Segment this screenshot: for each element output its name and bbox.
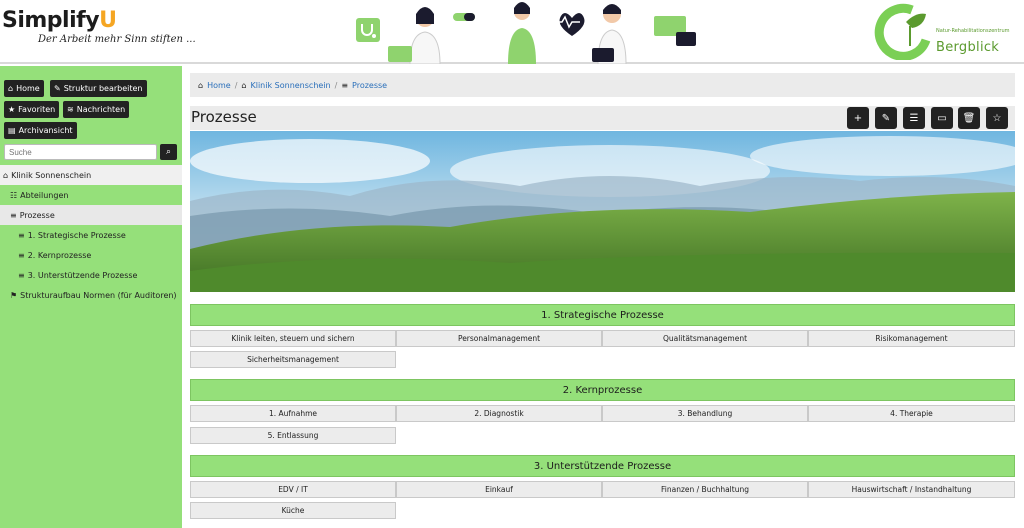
header-illustration (356, 2, 696, 64)
tree-item-label: Prozesse (19, 210, 55, 220)
logo-tagline: Der Arbeit mehr Sinn stiften ... (38, 34, 196, 45)
process-tile[interactable]: 2. Diagnostik (396, 405, 602, 422)
tree-item-strategische[interactable]: ≡ 1. Strategische Prozesse (0, 225, 182, 245)
delete-button[interactable]: 🗑 (958, 107, 980, 129)
messages-button[interactable]: ≋ Nachrichten (63, 101, 130, 118)
checklist-button[interactable]: ☰ (903, 107, 925, 129)
brand-name: Bergblick (936, 40, 1000, 55)
simplifyu-logo[interactable]: SimplifyU Der Arbeit mehr Sinn stiften .… (2, 8, 196, 45)
tree-item-label: Abteilungen (20, 190, 69, 200)
process-tile[interactable]: Klinik leiten, steuern und sichern (190, 330, 396, 347)
process-tile[interactable]: Sicherheitsmanagement (190, 351, 396, 368)
breadcrumb-separator: / (334, 80, 338, 90)
layers-icon: ≡ (18, 270, 25, 280)
brand-subtitle: Natur-Rehabilitationszentrum (936, 28, 1010, 34)
home-button-label: Home (16, 84, 40, 93)
edit-structure-label: Struktur bearbeiten (63, 84, 143, 93)
tree-item-label: 2. Kernprozesse (27, 250, 92, 260)
add-icon: + (853, 112, 863, 124)
search-icon: ⌕ (165, 147, 172, 157)
tree-item-label: 1. Strategische Prozesse (27, 230, 126, 240)
archive-view-label: Archivansicht (18, 126, 73, 135)
page-title: Prozesse (191, 108, 257, 126)
process-tile[interactable]: 5. Entlassung (190, 427, 396, 444)
tree-item-kernprozesse[interactable]: ≡ 2. Kernprozesse (0, 245, 182, 265)
trash-icon: 🗑 (962, 112, 976, 124)
section-header-unterstuetzende: 3. Unterstützende Prozesse (190, 455, 1015, 477)
edit-icon: ✎ (881, 112, 891, 124)
pencil-icon: ✎ (54, 84, 61, 93)
layers-icon: ≡ (10, 210, 17, 220)
clinic-brand: Natur-Rehabilitationszentrum Bergblick (872, 2, 1022, 62)
tree-item-label: Klinik Sonnenschein (11, 170, 92, 180)
logo-word: Simplify (2, 8, 100, 33)
checklist-icon: ☰ (909, 112, 919, 124)
home-button[interactable]: ⌂ Home (4, 80, 44, 97)
home-icon: ⌂ (8, 84, 14, 93)
process-tile[interactable]: 3. Behandlung (602, 405, 808, 422)
building-icon: ⌂ (3, 170, 9, 180)
edit-button[interactable]: ✎ (875, 107, 897, 129)
section-header-strategische: 1. Strategische Prozesse (190, 304, 1015, 326)
favorites-label: Favoriten (18, 105, 56, 114)
title-bar: Prozesse + ✎ ☰ ▭ 🗑 ☆ (190, 106, 1015, 130)
logo-u: U (99, 8, 117, 33)
star-icon: ☆ (992, 112, 1002, 124)
search-input[interactable] (4, 144, 157, 160)
favorites-button[interactable]: ★ Favoriten (4, 101, 60, 118)
tree-item-label: Strukturaufbau Normen (für Auditoren) (20, 290, 177, 300)
sidebar: ⌂ Home ✎ Struktur bearbeiten ★ Favoriten… (0, 66, 182, 528)
section-header-kernprozesse: 2. Kernprozesse (190, 379, 1015, 401)
breadcrumb-current[interactable]: Prozesse (352, 81, 387, 90)
process-tile[interactable]: Risikomanagement (808, 330, 1015, 347)
archive-button[interactable]: ▭ (931, 107, 953, 129)
archive-view-button[interactable]: ▤ Archivansicht (4, 122, 77, 139)
tree-item-klinik[interactable]: ⌂ Klinik Sonnenschein (0, 165, 182, 185)
tree-item-label: 3. Unterstützende Prozesse (27, 270, 138, 280)
archive-icon: ▤ (8, 126, 16, 135)
tree-item-unterstuetzende[interactable]: ≡ 3. Unterstützende Prozesse (0, 265, 182, 285)
search-button[interactable]: ⌕ (160, 144, 177, 160)
layers-icon: ≡ (341, 80, 349, 90)
process-tile[interactable]: 1. Aufnahme (190, 405, 396, 422)
process-tile[interactable]: Finanzen / Buchhaltung (602, 481, 808, 498)
process-tile[interactable]: Personalmanagement (396, 330, 602, 347)
layers-icon: ≡ (18, 250, 25, 260)
tree-item-abteilungen[interactable]: ☷ Abteilungen (0, 185, 182, 205)
process-tile[interactable]: Qualitätsmanagement (602, 330, 808, 347)
breadcrumb-separator: / (234, 80, 238, 90)
process-tile[interactable]: Einkauf (396, 481, 602, 498)
edit-structure-button[interactable]: ✎ Struktur bearbeiten (50, 80, 147, 97)
group-icon: ☷ (10, 190, 18, 200)
leaf-logo-icon (874, 3, 931, 61)
home-icon: ⌂ (198, 80, 204, 90)
process-tile[interactable]: Hauswirtschaft / Instandhaltung (808, 481, 1015, 498)
rss-icon: ≋ (67, 105, 74, 114)
landscape-banner-image (190, 131, 1015, 292)
flag-icon: ⚑ (10, 290, 18, 300)
favorite-button[interactable]: ☆ (986, 107, 1008, 129)
building-icon: ⌂ (241, 80, 247, 90)
app-header: SimplifyU Der Arbeit mehr Sinn stiften .… (0, 0, 1024, 64)
process-tile[interactable]: Küche (190, 502, 396, 519)
breadcrumb: ⌂ Home / ⌂ Klinik Sonnenschein / ≡ Proze… (190, 73, 1015, 97)
breadcrumb-home[interactable]: Home (207, 81, 231, 90)
breadcrumb-clinic[interactable]: Klinik Sonnenschein (250, 81, 330, 90)
layers-icon: ≡ (18, 230, 25, 240)
tree-item-prozesse[interactable]: ≡ Prozesse (0, 205, 182, 225)
add-button[interactable]: + (847, 107, 869, 129)
tree-item-strukturaufbau[interactable]: ⚑ Strukturaufbau Normen (für Auditoren) (0, 285, 182, 305)
star-icon: ★ (8, 105, 16, 114)
messages-label: Nachrichten (76, 105, 126, 114)
process-tile[interactable]: 4. Therapie (808, 405, 1015, 422)
archive-icon: ▭ (937, 112, 947, 124)
process-tile[interactable]: EDV / IT (190, 481, 396, 498)
